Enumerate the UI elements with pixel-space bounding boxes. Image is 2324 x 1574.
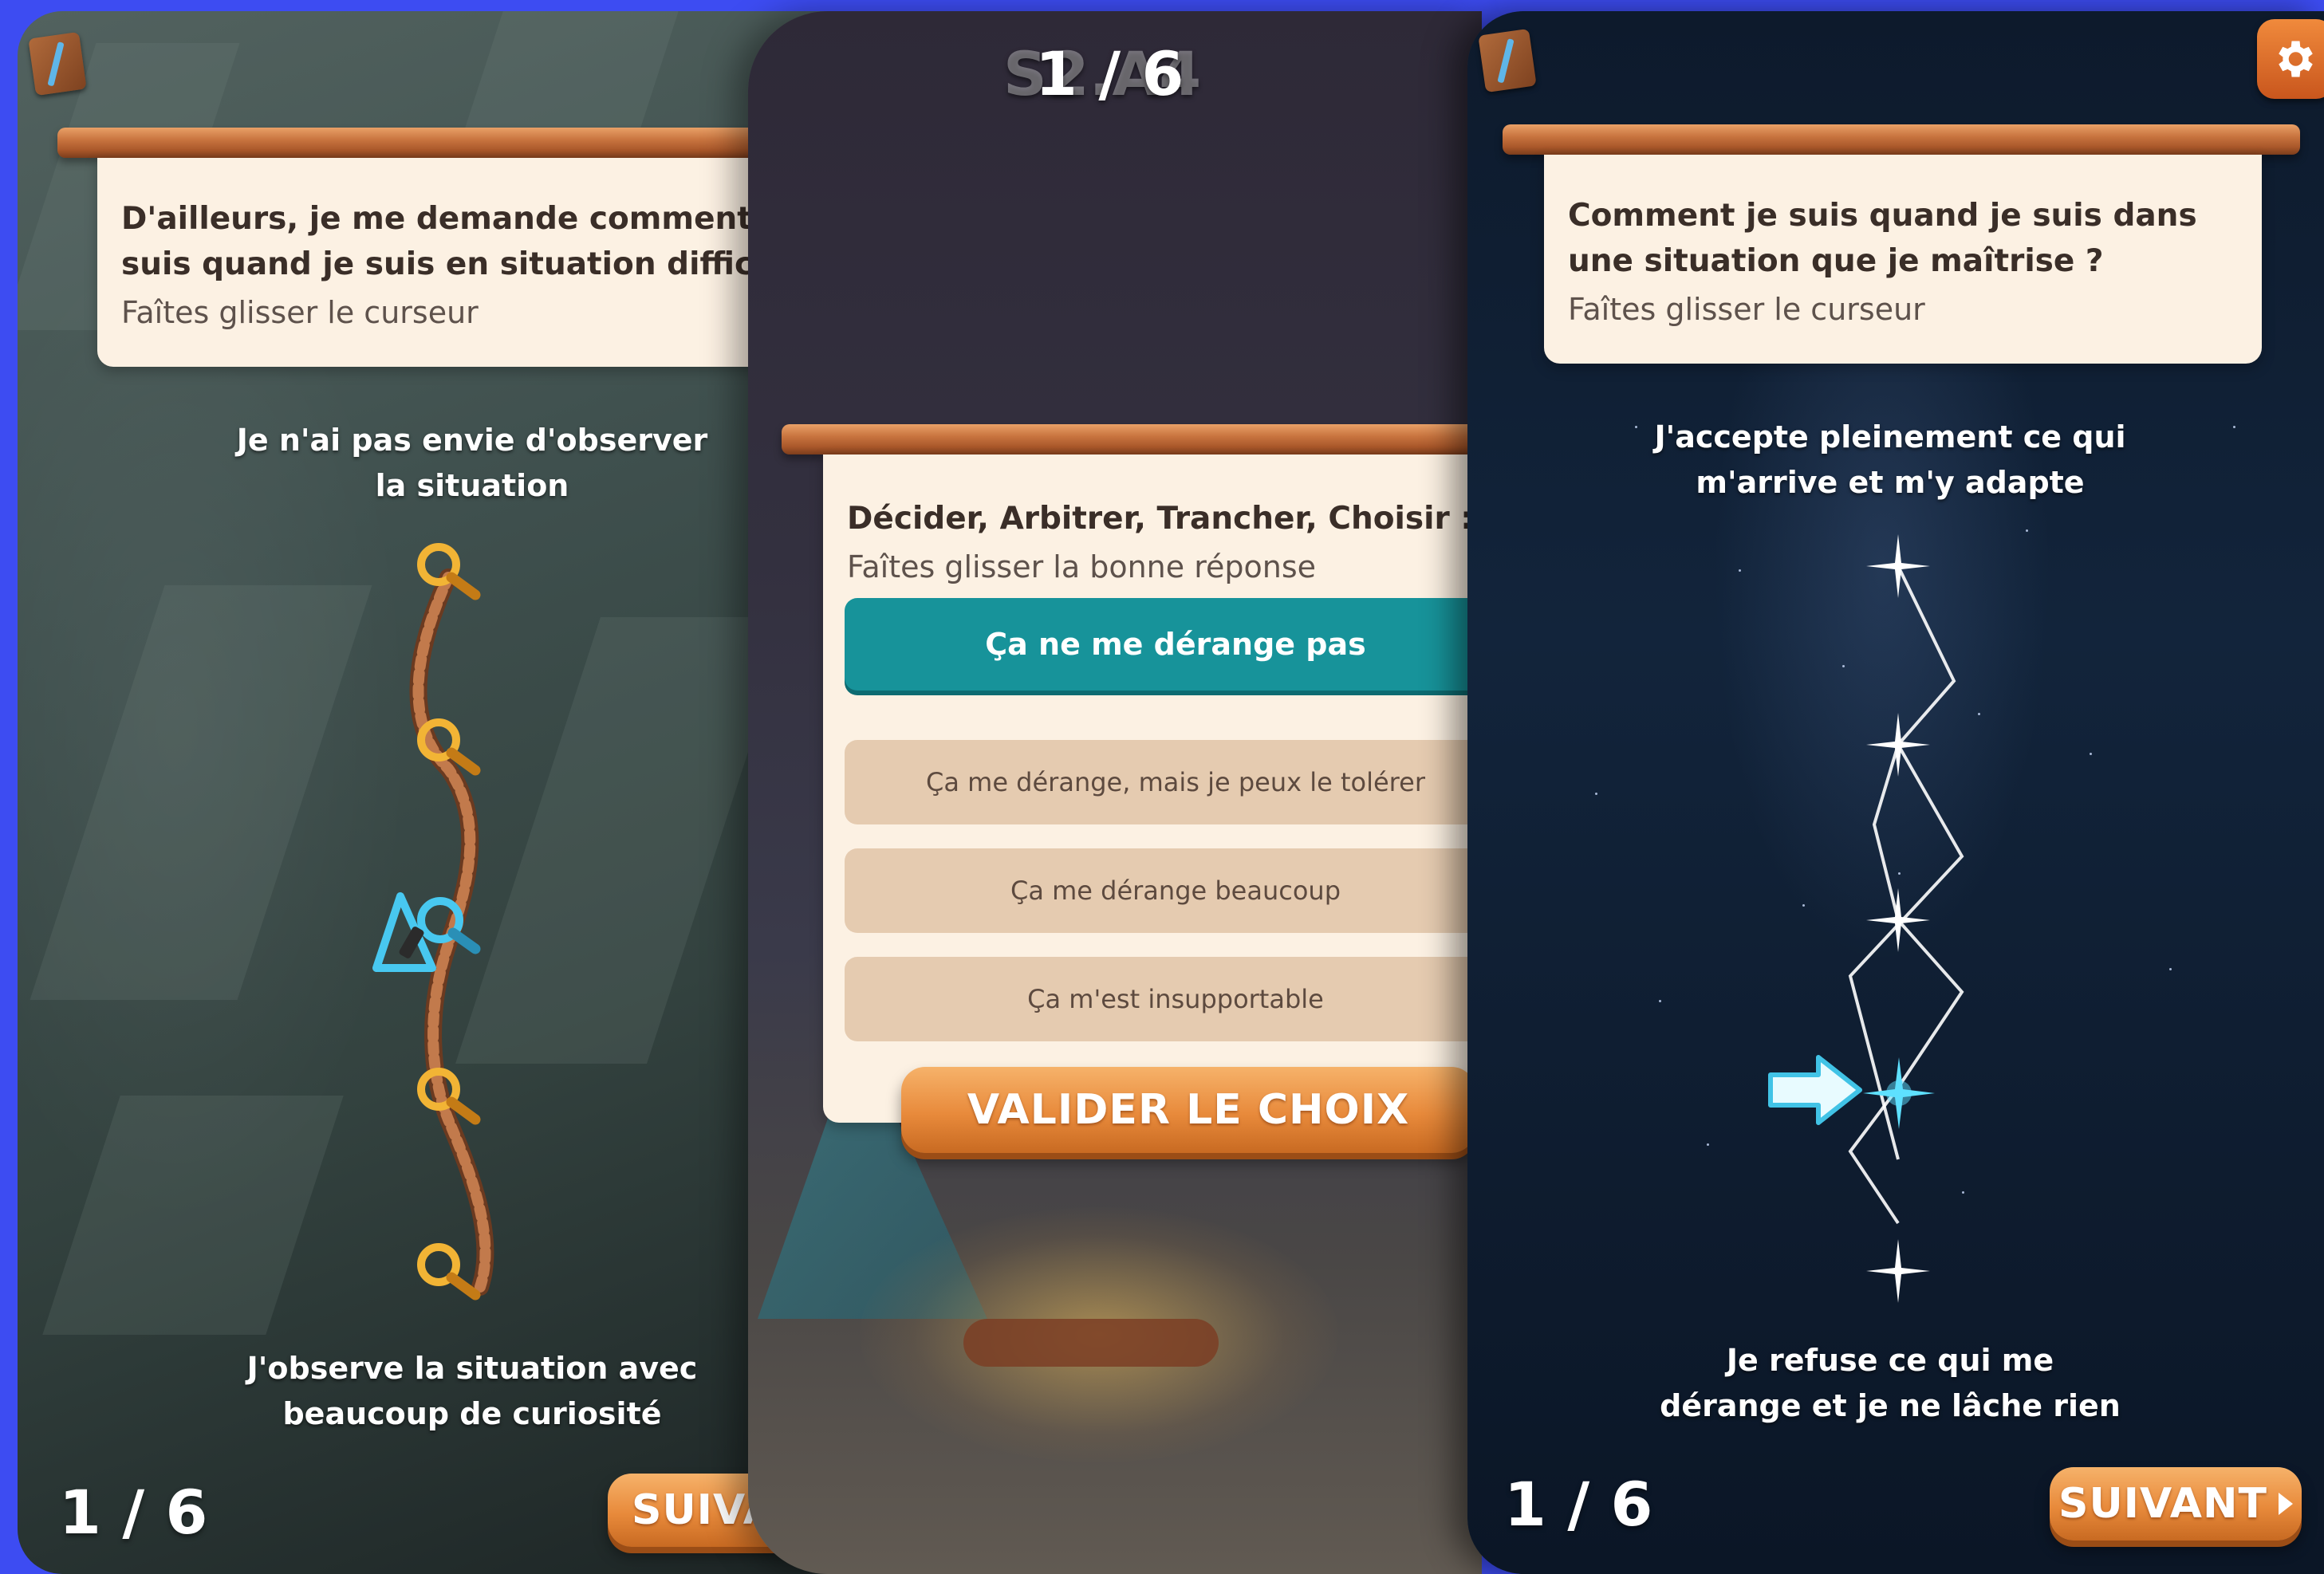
option-label: Ça me dérange, mais je peux le tolérer: [926, 767, 1425, 797]
question-card: D'ailleurs, je me demande comment je sui…: [97, 158, 831, 367]
question-text: D'ailleurs, je me demande comment je sui…: [121, 201, 825, 282]
answer-option[interactable]: Ça me dérange beaucoup: [845, 848, 1482, 933]
star-icon[interactable]: [1866, 1239, 1930, 1303]
slider-bottom-label: Je refuse ce qui me dérange et je ne lâc…: [1660, 1343, 2121, 1423]
middle-panel: S2.A4 1 / 6 Décider, Arbitrer, Trancher,…: [748, 11, 1482, 1574]
star-icon[interactable]: [1866, 713, 1930, 777]
arrow-right-icon: [1768, 1055, 1862, 1125]
step-counter: 1 / 6: [1504, 1469, 1653, 1540]
answer-option[interactable]: Ça me dérange, mais je peux le tolérer: [845, 740, 1482, 824]
question-text: Décider, Arbitrer, Trancher, Choisir :: [847, 501, 1473, 537]
shelf-plank: [782, 424, 1482, 454]
shelf-plank: [1503, 124, 2300, 155]
validate-button[interactable]: VALIDER LE CHOIX: [901, 1067, 1475, 1153]
option-label: Ça me dérange beaucoup: [1010, 876, 1341, 906]
left-panel: D'ailleurs, je me demande comment je sui…: [18, 11, 831, 1574]
star-icon[interactable]: [1863, 1057, 1935, 1129]
magnifier-icon[interactable]: [410, 1236, 490, 1316]
next-button-label: SUIVANT: [2058, 1480, 2267, 1528]
selected-answer[interactable]: Ça ne me dérange pas: [845, 598, 1482, 691]
counter-text: 1 / 6: [1035, 38, 1184, 109]
next-button[interactable]: SUIVANT: [2050, 1467, 2302, 1541]
slider-top-label: Je n'ai pas envie d'observer la situatio…: [236, 423, 708, 503]
question-text: Comment je suis quand je suis dans une s…: [1568, 198, 2197, 279]
star-icon[interactable]: [1866, 888, 1930, 952]
step-counter: 1 / 6: [59, 1477, 208, 1548]
hint-text: Faîtes glisser le curseur: [121, 295, 479, 330]
answer-option[interactable]: Ça m'est insupportable: [845, 957, 1482, 1041]
book-icon[interactable]: [28, 31, 87, 96]
shelf-plank: [57, 128, 831, 158]
chevron-right-icon: [2278, 1493, 2293, 1515]
right-panel: Comment je suis quand je suis dans une s…: [1467, 11, 2324, 1574]
slider-top-label: J'accepte pleinement ce qui m'arrive et …: [1654, 419, 2126, 500]
star-icon[interactable]: [1866, 534, 1930, 598]
campfire-logs: [963, 1319, 1219, 1367]
question-card: Comment je suis quand je suis dans une s…: [1544, 155, 2262, 364]
book-icon[interactable]: [1478, 28, 1537, 93]
hint-text: Faîtes glisser le curseur: [1568, 292, 1925, 327]
gear-icon[interactable]: [2257, 19, 2324, 99]
carabiner-icon[interactable]: [368, 880, 496, 992]
hint-text: Faîtes glisser la bonne réponse: [847, 549, 1316, 584]
magnifier-icon[interactable]: [410, 536, 490, 616]
option-label: Ça m'est insupportable: [1027, 984, 1324, 1014]
step-counter: S2.A4 1 / 6: [1003, 38, 1201, 109]
slider-bottom-label: J'observe la situation avec beaucoup de …: [246, 1351, 698, 1431]
magnifier-icon[interactable]: [410, 711, 490, 791]
magnifier-icon[interactable]: [410, 1060, 490, 1140]
